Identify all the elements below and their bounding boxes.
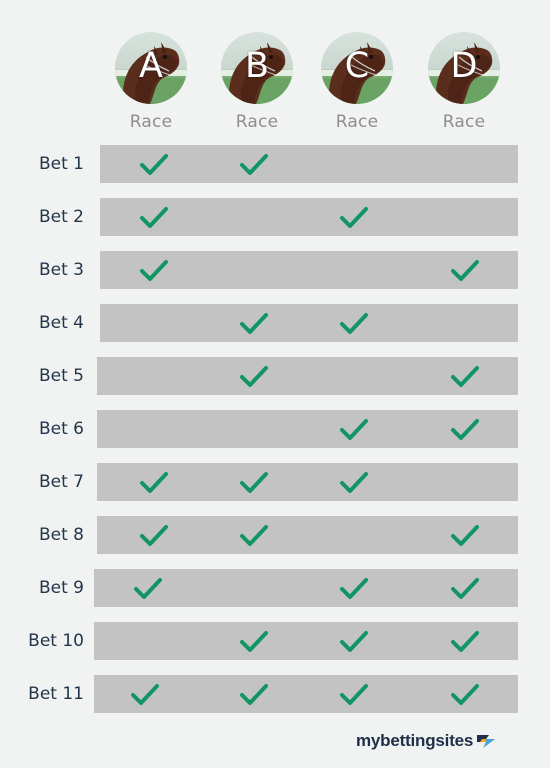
bet-row: Bet 7	[0, 463, 550, 501]
bet-label: Bet 2	[38, 207, 84, 227]
checkmark-icon	[450, 523, 480, 549]
arrow-logo-icon	[475, 732, 497, 750]
race-column-d: D Race	[427, 32, 501, 132]
race-letter: B	[244, 46, 269, 86]
checkmark-icon	[450, 417, 480, 443]
checkmark-icon	[339, 205, 369, 231]
checkmark-icon	[339, 470, 369, 496]
checkmark-icon	[139, 523, 169, 549]
checkmark-icon	[339, 629, 369, 655]
horse-avatar: C	[321, 32, 393, 104]
horse-avatar: B	[221, 32, 293, 104]
checkmark-icon	[450, 682, 480, 708]
bet-label: Bet 7	[38, 472, 84, 492]
checkmark-icon	[450, 364, 480, 390]
bet-label: Bet 1	[38, 154, 84, 174]
checkmark-icon	[339, 417, 369, 443]
checkmark-icon	[239, 523, 269, 549]
bet-label: Bet 11	[28, 684, 84, 704]
checkmark-icon	[239, 364, 269, 390]
bet-row: Bet 8	[0, 516, 550, 554]
bet-row: Bet 11	[0, 675, 550, 713]
bet-row: Bet 9	[0, 569, 550, 607]
bet-row: Bet 2	[0, 198, 550, 236]
race-letter: A	[139, 46, 163, 86]
brand-logo: mybettingsites	[356, 729, 497, 753]
checkmark-icon	[339, 311, 369, 337]
checkmark-icon	[239, 311, 269, 337]
checkmark-icon	[139, 205, 169, 231]
bet-bar	[100, 304, 518, 342]
checkmark-icon	[239, 629, 269, 655]
bet-label: Bet 8	[38, 525, 84, 545]
checkmark-icon	[130, 682, 160, 708]
bet-label: Bet 4	[38, 313, 84, 333]
checkmark-icon	[450, 629, 480, 655]
checkmark-icon	[133, 576, 163, 602]
bet-row: Bet 5	[0, 357, 550, 395]
checkmark-icon	[139, 470, 169, 496]
bet-label: Bet 6	[38, 419, 84, 439]
bet-row: Bet 3	[0, 251, 550, 289]
bet-row: Bet 6	[0, 410, 550, 448]
brand-name: mybettingsites	[356, 731, 474, 750]
checkmark-icon	[139, 152, 169, 178]
checkmark-icon	[239, 682, 269, 708]
race-letter: C	[344, 46, 370, 86]
race-label: Race	[235, 112, 279, 132]
checkmark-icon	[239, 152, 269, 178]
race-column-a: A Race	[114, 32, 188, 132]
race-column-b: B Race	[220, 32, 294, 132]
race-column-c: C Race	[320, 32, 394, 132]
race-label: Race	[129, 112, 173, 132]
horse-avatar: A	[115, 32, 187, 104]
race-label: Race	[442, 112, 486, 132]
bet-row: Bet 1	[0, 145, 550, 183]
race-label: Race	[335, 112, 379, 132]
bet-label: Bet 10	[28, 631, 84, 651]
checkmark-icon	[139, 258, 169, 284]
checkmark-icon	[339, 682, 369, 708]
race-letter: D	[450, 46, 478, 86]
bet-row: Bet 4	[0, 304, 550, 342]
checkmark-icon	[239, 470, 269, 496]
bet-label: Bet 3	[38, 260, 84, 280]
checkmark-icon	[450, 258, 480, 284]
bet-label: Bet 5	[38, 366, 84, 386]
checkmark-icon	[339, 576, 369, 602]
bet-row: Bet 10	[0, 622, 550, 660]
horse-avatar: D	[428, 32, 500, 104]
bet-label: Bet 9	[38, 578, 84, 598]
checkmark-icon	[450, 576, 480, 602]
